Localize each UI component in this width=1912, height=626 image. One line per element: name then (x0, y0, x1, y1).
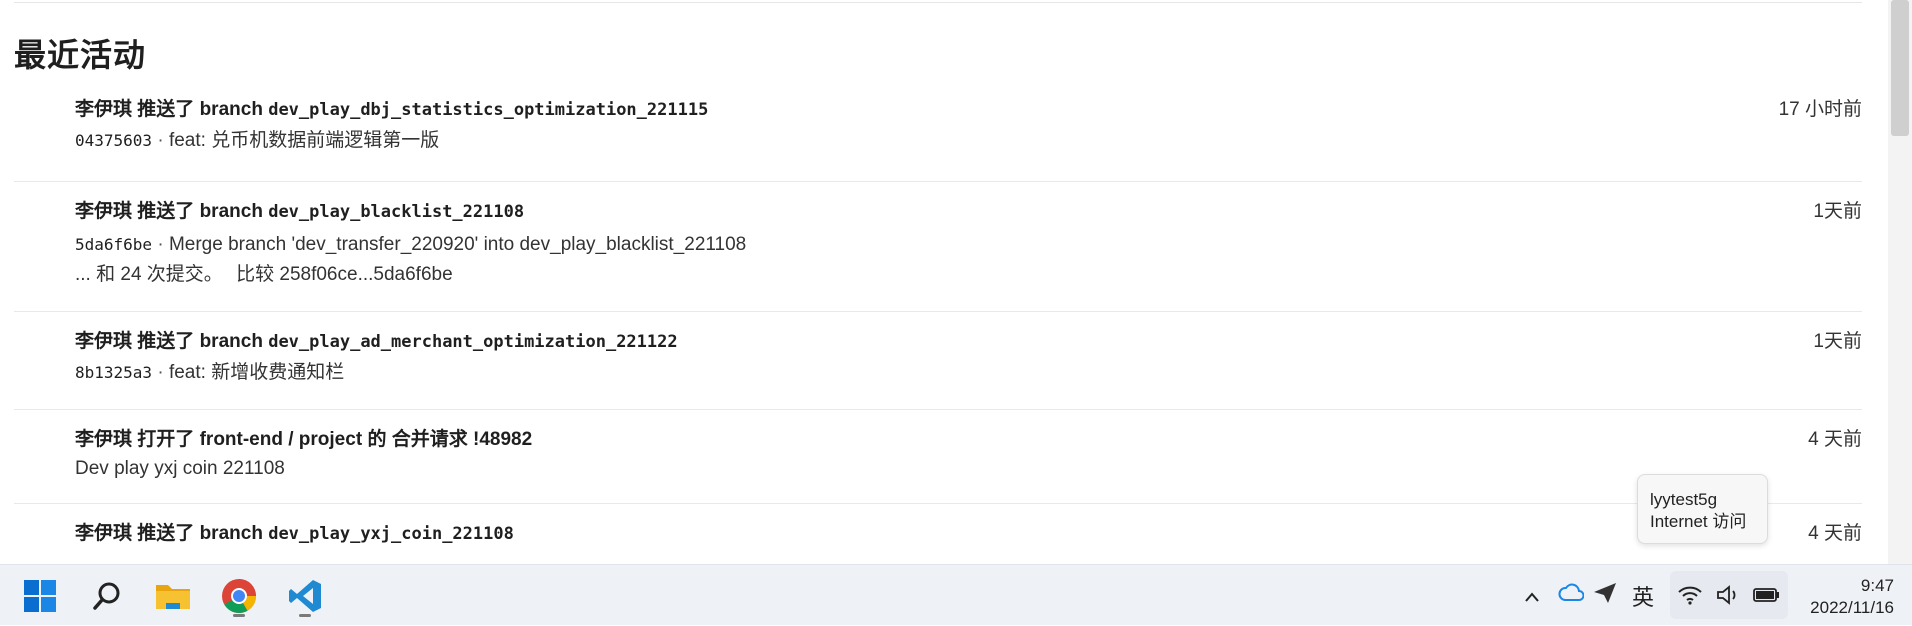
action-text: 推送了 branch (137, 99, 263, 120)
paper-plane-icon[interactable] (1592, 581, 1618, 611)
file-explorer-button[interactable] (150, 573, 196, 619)
mr-description[interactable]: Dev play yxj coin 221108 (75, 454, 1862, 484)
mr-label: 合并请求 (391, 429, 468, 450)
commit-line: 04375603 · feat: 兑币机数据前端逻辑第一版 (75, 126, 1862, 156)
of-text: 的 (367, 429, 387, 450)
divider (14, 2, 1862, 3)
activity-header: 李伊琪 打开了 front-end / project 的 合并请求 !4898… (75, 426, 1862, 454)
vscode-button[interactable] (282, 573, 328, 619)
commit-sha-link[interactable]: 5da6f6be (75, 235, 152, 254)
vscode-icon (289, 580, 321, 612)
windows-icon (24, 580, 56, 612)
action-text: 打开了 (137, 429, 195, 450)
search-button[interactable] (84, 573, 130, 619)
system-tray: 英 (1518, 565, 1654, 626)
separator: · (152, 130, 169, 151)
branch-link[interactable]: dev_play_yxj_coin_221108 (268, 524, 514, 544)
commit-sha-link[interactable]: 04375603 (75, 131, 152, 150)
activity-item: 17 小时前 李伊琪 推送了 branch dev_play_dbj_stati… (14, 96, 1862, 182)
activity-header: 李伊琪 推送了 branch dev_play_yxj_coin_221108 (75, 520, 1862, 548)
activity-header: 李伊琪 推送了 branch dev_play_blacklist_221108 (75, 198, 1862, 226)
activity-page: 最近活动 17 小时前 李伊琪 推送了 branch dev_play_dbj_… (0, 0, 1912, 564)
chevron-up-icon (1525, 591, 1539, 602)
activity-item: 1天前 李伊琪 推送了 branch dev_play_blacklist_22… (14, 182, 1862, 312)
activity-time: 1天前 (1813, 331, 1862, 352)
compare-label: 比较 (236, 264, 275, 285)
chrome-icon (222, 579, 256, 613)
compare-link[interactable]: 258f06ce...5da6f6be (279, 264, 452, 285)
more-commits-line: ... 和 24 次提交。 比较 258f06ce...5da6f6be (75, 260, 1862, 290)
scrollbar-thumb[interactable] (1891, 0, 1909, 136)
commit-message: feat: 新增收费通知栏 (168, 362, 345, 383)
branch-link[interactable]: dev_play_ad_merchant_optimization_221122 (268, 332, 677, 352)
active-indicator (299, 614, 311, 617)
commit-line: 5da6f6be · Merge branch 'dev_transfer_22… (75, 230, 1862, 260)
commit-message: feat: 兑币机数据前端逻辑第一版 (168, 130, 440, 151)
wifi-icon (1677, 586, 1702, 605)
separator: · (152, 362, 169, 383)
commit-sha-link[interactable]: 8b1325a3 (75, 363, 152, 382)
user-link[interactable]: 李伊琪 (75, 429, 132, 450)
activity-item: 4 天前 李伊琪 打开了 front-end / project 的 合并请求 … (14, 410, 1862, 504)
user-link[interactable]: 李伊琪 (75, 99, 132, 120)
folder-icon (156, 585, 190, 609)
search-icon (93, 582, 120, 610)
activity-time: 1天前 (1813, 201, 1862, 222)
activity-item: 4 天前 李伊琪 推送了 branch dev_play_yxj_coin_22… (14, 504, 1862, 564)
more-commits-text: ... 和 24 次提交。 (75, 264, 223, 285)
ime-indicator[interactable]: 英 (1632, 580, 1654, 612)
action-text: 推送了 branch (137, 331, 263, 352)
activity-time: 4 天前 (1808, 523, 1862, 544)
commit-line: 8b1325a3 · feat: 新增收费通知栏 (75, 358, 1862, 388)
section-title: 最近活动 (14, 37, 147, 73)
activity-list: 17 小时前 李伊琪 推送了 branch dev_play_dbj_stati… (14, 96, 1862, 564)
taskbar: 英 9:47 2022/11/16 (0, 564, 1912, 625)
user-link[interactable]: 李伊琪 (75, 331, 132, 352)
activity-header: 李伊琪 推送了 branch dev_play_dbj_statistics_o… (75, 96, 1862, 124)
activity-time: 4 天前 (1808, 429, 1862, 450)
commit-message: Merge branch 'dev_transfer_220920' into … (168, 234, 747, 255)
user-link[interactable]: 李伊琪 (75, 201, 132, 222)
clock-date: 2022/11/16 (1810, 598, 1894, 617)
project-link[interactable]: front-end / project (200, 429, 363, 450)
mr-link[interactable]: !48982 (473, 429, 532, 450)
network-status: Internet 访问 (1650, 512, 1747, 531)
activity-header: 李伊琪 推送了 branch dev_play_ad_merchant_opti… (75, 328, 1862, 356)
activity-time: 17 小时前 (1778, 99, 1862, 120)
chrome-button[interactable] (216, 573, 262, 619)
activity-item: 1天前 李伊琪 推送了 branch dev_play_ad_merchant_… (14, 312, 1862, 410)
user-link[interactable]: 李伊琪 (75, 523, 132, 544)
battery-icon (1753, 588, 1780, 602)
volume-icon (1717, 585, 1736, 605)
network-tooltip: lyytest5g Internet 访问 (1637, 474, 1768, 544)
scrollbar[interactable] (1888, 0, 1912, 564)
quick-settings[interactable] (1670, 571, 1788, 619)
branch-link[interactable]: dev_play_blacklist_221108 (268, 202, 524, 222)
cloud-sync-icon[interactable] (1558, 582, 1585, 610)
branch-link[interactable]: dev_play_dbj_statistics_optimization_221… (268, 100, 708, 120)
active-indicator (233, 614, 245, 617)
clock-time: 9:47 (1860, 576, 1894, 595)
separator: · (152, 234, 169, 255)
network-name: lyytest5g (1650, 490, 1718, 509)
action-text: 推送了 branch (137, 523, 263, 544)
clock[interactable]: 9:47 2022/11/16 (1810, 575, 1894, 619)
show-hidden-icons-button[interactable] (1518, 583, 1546, 609)
start-button[interactable] (17, 573, 63, 619)
action-text: 推送了 branch (137, 201, 263, 222)
